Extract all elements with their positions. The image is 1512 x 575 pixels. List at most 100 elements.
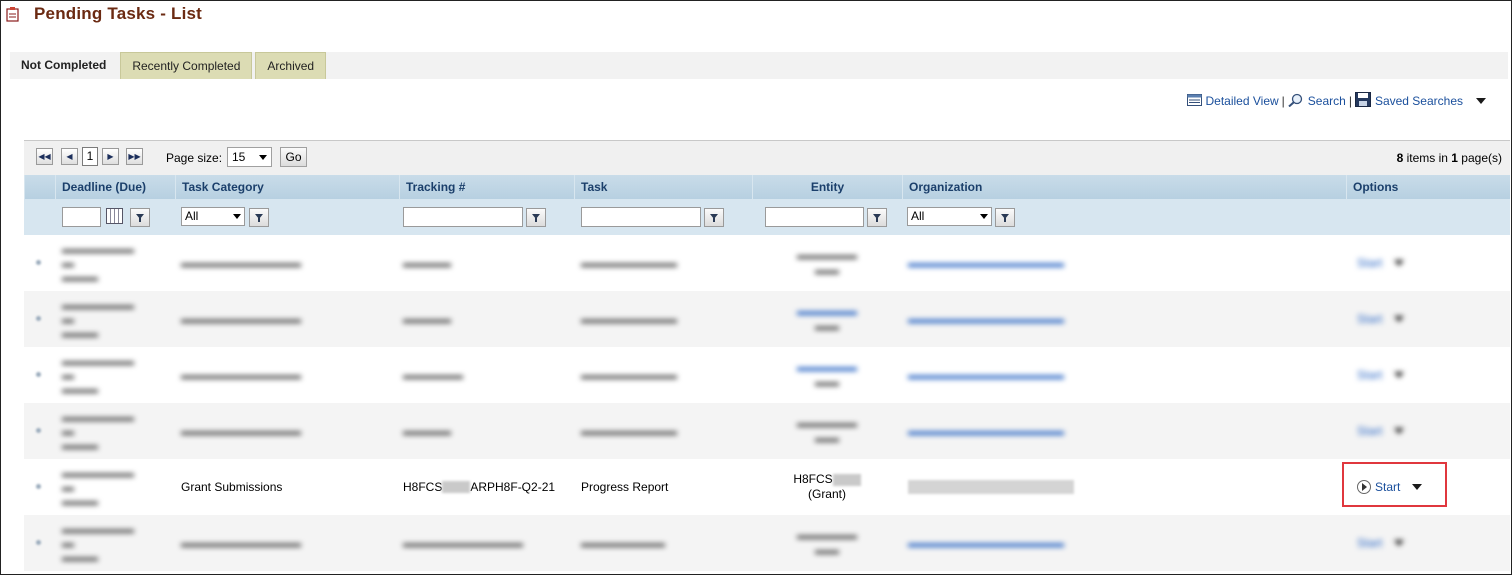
- pager-info: 8 items in 1 page(s): [1397, 151, 1502, 165]
- options-dropdown-icon[interactable]: [1394, 316, 1405, 322]
- entity-prefix: H8FCS: [793, 472, 833, 486]
- detailed-view-link[interactable]: Detailed View: [1206, 94, 1279, 108]
- entity-cell: ▬▬▬▬▬ ▬▬: [797, 416, 857, 445]
- table-row[interactable]: ▬▬▬▬▬▬ ▬ ▬▬▬ ▬▬▬▬▬▬▬▬▬▬ ▬▬▬▬ ▬▬▬▬▬▬▬▬ ▬▬▬▬…: [24, 291, 1510, 347]
- task-cell: ▬▬▬▬▬▬▬▬: [581, 312, 677, 326]
- expand-row-icon[interactable]: [36, 484, 41, 489]
- redaction-mask: [442, 481, 471, 493]
- chevron-down-icon: [259, 155, 267, 160]
- highlight-box: [1342, 462, 1447, 507]
- entity-filter-input[interactable]: [765, 207, 864, 227]
- task-list-icon: [6, 6, 20, 22]
- start-link[interactable]: Start: [1357, 312, 1382, 326]
- last-page-icon[interactable]: ▶▶: [126, 148, 143, 165]
- options-dropdown-icon[interactable]: [1394, 260, 1405, 266]
- expand-row-icon[interactable]: [36, 316, 41, 321]
- tasks-grid: ◀◀ ◀ 1 ▶ ▶▶ Page size: 15 Go 8 items in …: [24, 140, 1510, 574]
- page-title: Pending Tasks - List: [34, 4, 203, 23]
- organization-link[interactable]: ▬▬▬▬▬▬▬▬▬▬▬▬▬: [908, 291, 1064, 347]
- options-dropdown-icon[interactable]: [1394, 428, 1405, 434]
- table-row[interactable]: ▬▬▬▬▬▬ ▬ ▬▬▬ ▬▬▬▬▬▬▬▬▬▬ ▬▬▬▬ ▬▬▬▬▬▬▬▬ ▬▬▬▬…: [24, 403, 1510, 459]
- organization-link[interactable]: ▬▬▬▬▬▬▬▬▬▬▬▬▬: [908, 235, 1064, 291]
- header-entity[interactable]: Entity: [752, 175, 902, 199]
- expand-row-icon[interactable]: [36, 372, 41, 377]
- page-size-select[interactable]: 15: [227, 147, 272, 167]
- tracking-suffix: ARPH8F-Q2-21: [470, 480, 556, 494]
- organization-filter-value: All: [911, 209, 925, 223]
- row-options[interactable]: Start: [1357, 347, 1405, 403]
- deadline-cell: ▬▬▬▬▬▬ ▬ ▬▬▬: [62, 298, 134, 340]
- next-page-icon[interactable]: ▶: [102, 148, 119, 165]
- table-row[interactable]: ▬▬▬▬▬▬ ▬ ▬▬▬ ▬▬▬▬▬▬▬▬▬▬ ▬▬▬▬▬▬▬▬▬▬ ▬▬▬▬▬▬▬…: [24, 515, 1510, 571]
- task-filter-input[interactable]: [581, 207, 701, 227]
- header-deadline[interactable]: Deadline (Due): [55, 175, 175, 199]
- category-cell: ▬▬▬▬▬▬▬▬▬▬: [181, 312, 301, 326]
- tab-archived[interactable]: Archived: [255, 52, 327, 79]
- row-options[interactable]: Start: [1357, 403, 1405, 459]
- start-link[interactable]: Start: [1357, 536, 1382, 550]
- start-link[interactable]: Start: [1357, 424, 1382, 438]
- category-filter-select[interactable]: All: [181, 207, 245, 226]
- search-icon: [1288, 93, 1304, 110]
- header-task-category[interactable]: Task Category: [175, 175, 399, 199]
- organization-link[interactable]: ▬▬▬▬▬▬▬▬▬▬▬▬▬: [908, 515, 1064, 571]
- organization-link[interactable]: ▬▬▬▬▬▬▬▬▬▬▬▬▬: [908, 403, 1064, 459]
- chevron-down-icon: [233, 214, 241, 219]
- page-size-value: 15: [232, 150, 246, 164]
- expand-row-icon[interactable]: [36, 260, 41, 265]
- saved-searches-dropdown-icon[interactable]: [1476, 98, 1486, 104]
- current-page-number[interactable]: 1: [82, 147, 98, 166]
- go-button[interactable]: Go: [280, 147, 307, 167]
- organization-filter-icon[interactable]: [995, 208, 1015, 227]
- task-cell: ▬▬▬▬▬▬▬: [581, 536, 665, 550]
- table-row[interactable]: ▬▬▬▬▬▬ ▬ ▬▬▬ ▬▬▬▬▬▬▬▬▬▬ ▬▬▬▬ ▬▬▬▬▬▬▬▬ ▬▬▬▬…: [24, 235, 1510, 291]
- options-dropdown-icon[interactable]: [1394, 372, 1405, 378]
- header-tracking[interactable]: Tracking #: [399, 175, 574, 199]
- expand-row-icon[interactable]: [36, 428, 41, 433]
- header-organization[interactable]: Organization: [902, 175, 1346, 199]
- previous-page-icon[interactable]: ◀: [61, 148, 78, 165]
- task-cell: ▬▬▬▬▬▬▬▬: [581, 368, 677, 382]
- table-row[interactable]: ▬▬▬▬▬▬ ▬ ▬▬▬ ▬▬▬▬▬▬▬▬▬▬ ▬▬▬▬▬ ▬▬▬▬▬▬▬▬ ▬▬▬…: [24, 347, 1510, 403]
- options-dropdown-icon[interactable]: [1394, 540, 1405, 546]
- start-link[interactable]: Start: [1357, 368, 1382, 382]
- category-cell: Grant Submissions: [181, 480, 283, 494]
- row-options[interactable]: Start: [1357, 291, 1405, 347]
- organization-filter-select[interactable]: All: [907, 207, 992, 226]
- entity-filter-icon[interactable]: [867, 208, 887, 227]
- search-link[interactable]: Search: [1308, 94, 1346, 108]
- tracking-cell: ▬▬▬▬▬▬▬▬▬▬: [403, 536, 523, 550]
- first-page-icon[interactable]: ◀◀: [36, 148, 53, 165]
- row-options[interactable]: Start: [1357, 515, 1405, 571]
- tab-recently-completed[interactable]: Recently Completed: [120, 52, 253, 79]
- tracking-filter-icon[interactable]: [526, 208, 546, 227]
- tab-not-completed[interactable]: Not Completed: [10, 52, 118, 79]
- entity-cell: ▬▬▬▬▬ ▬▬: [797, 528, 857, 557]
- task-filter-icon[interactable]: [704, 208, 724, 227]
- category-cell: ▬▬▬▬▬▬▬▬▬▬: [181, 424, 301, 438]
- category-filter-value: All: [185, 209, 199, 223]
- deadline-filter-input[interactable]: [62, 207, 101, 227]
- redaction-mask: [832, 473, 861, 486]
- expand-row-icon[interactable]: [36, 540, 41, 545]
- organization-link[interactable]: ▬▬▬▬▬▬▬▬▬▬▬▬▬: [908, 347, 1064, 403]
- entity-cell: ▬▬▬▬▬ ▬▬: [797, 360, 857, 389]
- tracking-cell: ▬▬▬▬▬: [403, 368, 463, 382]
- calendar-icon[interactable]: [106, 208, 123, 224]
- page-count: 1: [1451, 151, 1458, 165]
- tracking-filter-input[interactable]: [403, 207, 523, 227]
- header-task[interactable]: Task: [574, 175, 752, 199]
- grid-toolbar: Detailed View | Search | Saved Searches: [1186, 92, 1486, 110]
- entity-cell: H8FCS (Grant): [752, 459, 902, 515]
- table-row[interactable]: ▬▬▬▬▬▬ ▬ ▬▬▬ Grant Submissions H8FCS ARPH8F…: [24, 459, 1510, 515]
- start-link[interactable]: Start: [1357, 256, 1382, 270]
- category-filter-icon[interactable]: [249, 208, 269, 227]
- entity-cell: ▬▬▬▬▬ ▬▬: [797, 248, 857, 277]
- task-cell: ▬▬▬▬▬▬▬▬: [581, 256, 677, 270]
- organization-link[interactable]: [908, 459, 1074, 515]
- row-options[interactable]: Start: [1357, 235, 1405, 291]
- deadline-filter-icon[interactable]: [130, 208, 150, 227]
- tracking-cell: H8FCS ARPH8F-Q2-21: [403, 459, 555, 515]
- saved-searches-link[interactable]: Saved Searches: [1375, 94, 1463, 108]
- redaction-mask: [908, 480, 1074, 494]
